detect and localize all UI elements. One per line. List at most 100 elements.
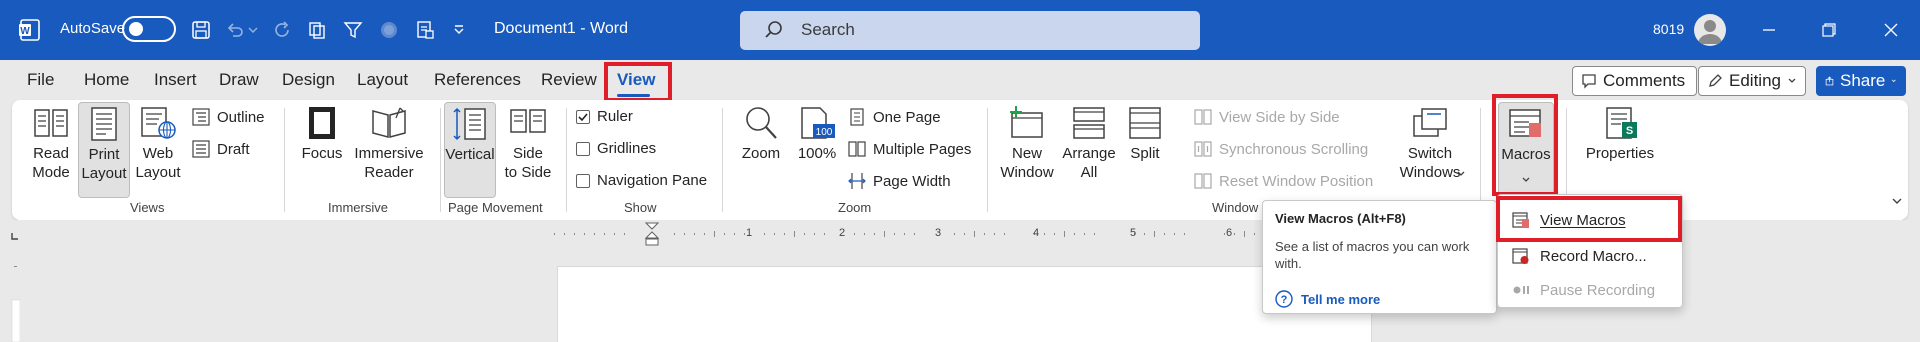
ruler-checkbox-box[interactable] xyxy=(576,109,590,124)
filter-icon[interactable] xyxy=(340,17,366,43)
ruler-number: 6 xyxy=(1226,227,1233,239)
menu-item-pause-recording[interactable]: Pause Recording xyxy=(1498,273,1684,307)
synchronous-scrolling-button[interactable]: Synchronous Scrolling xyxy=(1194,140,1368,158)
side-to-side-button[interactable]: Side to Side xyxy=(502,106,554,188)
zoom-label: Zoom xyxy=(741,145,781,162)
redo-icon[interactable] xyxy=(270,17,296,43)
navigation-pane-checkbox[interactable]: Navigation Pane xyxy=(576,172,707,189)
tab-references[interactable]: References xyxy=(434,70,521,90)
zoom-100-button[interactable]: 100 100% xyxy=(792,106,842,188)
gridlines-checkbox[interactable]: Gridlines xyxy=(576,140,656,157)
avatar[interactable] xyxy=(1694,14,1726,46)
form-icon[interactable] xyxy=(412,17,438,43)
comments-button[interactable]: Comments xyxy=(1572,66,1697,96)
focus-icon xyxy=(309,107,335,139)
focus-label: Focus xyxy=(301,145,343,162)
multiple-pages-button[interactable]: Multiple Pages xyxy=(848,140,971,158)
autosave-toggle[interactable] xyxy=(122,16,176,42)
one-page-icon xyxy=(850,108,864,126)
print-layout-label: Print Layout xyxy=(81,146,127,182)
pause-recording-label: Pause Recording xyxy=(1540,281,1656,299)
horizontal-ruler xyxy=(554,230,1372,238)
navigation-pane-checkbox-box[interactable] xyxy=(576,173,590,188)
undo-dropdown-icon[interactable] xyxy=(246,17,260,43)
tab-design[interactable]: Design xyxy=(282,70,335,90)
group-divider xyxy=(722,108,723,212)
focus-button[interactable]: Focus xyxy=(298,106,346,188)
save-icon[interactable] xyxy=(188,17,214,43)
split-button[interactable]: Split xyxy=(1122,106,1168,188)
arrange-all-button[interactable]: Arrange All xyxy=(1060,106,1118,188)
macros-highlight xyxy=(1492,94,1558,196)
outline-button[interactable]: Outline xyxy=(192,108,265,126)
draft-button[interactable]: Draft xyxy=(192,140,250,158)
ribbon-tabs: File Home Insert Draw Design Layout Refe… xyxy=(0,60,1920,102)
view-side-by-side-button[interactable]: View Side by Side xyxy=(1194,108,1340,126)
undo-icon[interactable] xyxy=(222,17,248,43)
immersive-reader-label: Immersive Reader xyxy=(354,145,424,181)
user-id: 8019 xyxy=(1653,21,1685,37)
minimize-icon[interactable] xyxy=(1746,12,1792,48)
print-layout-button[interactable]: Print Layout xyxy=(78,102,130,198)
outline-icon xyxy=(192,108,210,126)
tab-file[interactable]: File xyxy=(27,70,54,90)
immersive-reader-button[interactable]: Immersive Reader xyxy=(352,106,426,188)
record-icon[interactable] xyxy=(376,17,402,43)
tab-draw[interactable]: Draw xyxy=(219,70,259,90)
vertical-button[interactable]: Vertical xyxy=(444,102,496,198)
search-box[interactable]: Search xyxy=(740,11,1200,50)
customize-qat-icon[interactable] xyxy=(446,17,472,43)
tab-review[interactable]: Review xyxy=(541,70,597,90)
checkmark-icon xyxy=(578,112,588,121)
one-page-button[interactable]: One Page xyxy=(848,108,941,126)
comments-label: Comments xyxy=(1603,71,1686,90)
new-window-button[interactable]: New Window xyxy=(998,106,1056,188)
editing-button[interactable]: Editing xyxy=(1698,66,1806,96)
gridlines-label: Gridlines xyxy=(597,140,657,157)
one-page-label: One Page xyxy=(873,108,941,126)
properties-button[interactable]: S Properties xyxy=(1582,106,1658,188)
switch-windows-icon xyxy=(1413,108,1447,137)
gridlines-checkbox-box[interactable] xyxy=(576,141,590,156)
tab-insert[interactable]: Insert xyxy=(154,70,197,90)
menu-item-record-macro[interactable]: Record Macro... xyxy=(1498,239,1684,273)
ruler-checkbox[interactable]: Ruler xyxy=(576,108,633,125)
indent-marker-icon[interactable] xyxy=(644,222,660,255)
web-layout-button[interactable]: Web Layout xyxy=(132,106,184,188)
group-divider xyxy=(987,108,988,212)
side-to-side-label: Side to Side xyxy=(504,145,552,181)
zoom-100-label: 100% xyxy=(797,145,837,162)
title-bar: W AutoSave Document1 - Word Search 8019 xyxy=(0,0,1920,60)
tab-selector-icon[interactable] xyxy=(10,228,20,246)
copy-format-icon[interactable] xyxy=(304,17,330,43)
tell-me-more-link[interactable]: ? Tell me more xyxy=(1275,290,1380,308)
synchronous-scrolling-label: Synchronous Scrolling xyxy=(1219,140,1369,158)
record-macro-icon xyxy=(1512,248,1529,264)
share-button[interactable]: Share xyxy=(1816,66,1906,96)
views-group-label: Views xyxy=(130,200,165,215)
chevron-down-icon xyxy=(1892,79,1897,83)
share-label: Share xyxy=(1840,71,1886,90)
properties-label: Properties xyxy=(1585,145,1655,162)
document-page[interactable] xyxy=(557,266,1372,342)
split-icon xyxy=(1129,107,1161,139)
comment-icon xyxy=(1582,74,1596,89)
zoom-button[interactable]: Zoom xyxy=(736,106,786,188)
search-icon xyxy=(764,20,784,45)
collapse-ribbon-icon[interactable] xyxy=(1890,194,1904,213)
ruler-number: 4 xyxy=(1033,227,1040,239)
restore-icon[interactable] xyxy=(1806,12,1852,48)
vertical-ruler xyxy=(11,266,20,342)
editing-label: Editing xyxy=(1729,71,1781,90)
page-width-button[interactable]: Page Width xyxy=(848,172,951,190)
multiple-pages-label: Multiple Pages xyxy=(873,140,972,158)
multiple-pages-icon xyxy=(848,141,866,157)
read-mode-button[interactable]: Read Mode xyxy=(26,106,76,188)
outline-label: Outline xyxy=(217,108,265,126)
tab-layout[interactable]: Layout xyxy=(357,70,408,90)
reset-window-position-button[interactable]: Reset Window Position xyxy=(1194,172,1373,190)
tell-me-more-label: Tell me more xyxy=(1301,291,1381,307)
close-icon[interactable] xyxy=(1868,12,1914,48)
tab-home[interactable]: Home xyxy=(84,70,129,90)
sync-scroll-icon xyxy=(1194,141,1212,157)
